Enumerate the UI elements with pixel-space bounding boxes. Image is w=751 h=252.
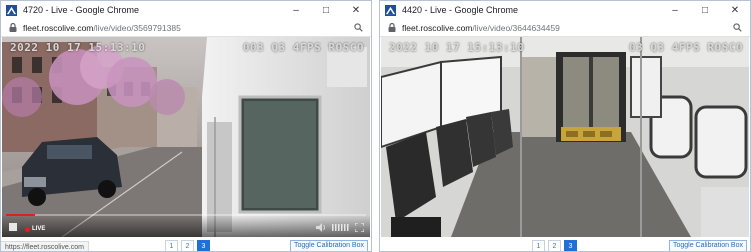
toggle-calibration-button[interactable]: Toggle Calibration Box [668,240,747,251]
search-icon[interactable] [733,23,742,32]
live-dot-icon [25,226,30,232]
lock-icon [9,23,17,32]
live-video-player[interactable]: 2022 10 17 15:13:10 003 Q3 4FPS ROSCO LI… [2,37,370,237]
url-path: /live/video/3644634459 [472,22,560,33]
camera-info-overlay: 003 Q3 4FPS ROSCO [242,41,364,54]
status-url: https://fleet.roscolive.com [1,241,89,251]
title-bar[interactable]: 4720 - Live - Google Chrome – □ ✕ [1,1,371,19]
address-bar[interactable]: fleet.roscolive.com /live/video/35697913… [1,19,371,37]
camera-info-overlay: 03 Q3 4FPS ROSCO [629,41,743,54]
address-bar[interactable]: fleet.roscolive.com /live/video/36446344… [380,19,750,37]
page-footer: 1 2 3 Toggle Calibration Box [380,237,750,251]
url-domain: fleet.roscolive.com [402,22,473,33]
quality-icon[interactable] [332,224,350,231]
fullscreen-icon[interactable] [355,223,364,232]
page-button-2[interactable]: 2 [181,240,194,251]
video-frame-bus-interior [381,37,749,237]
page-button-3[interactable]: 3 [564,240,577,251]
roscolive-app-icon [385,4,396,16]
page-button-1[interactable]: 1 [165,240,178,251]
page-button-2[interactable]: 2 [548,240,561,251]
camera-pager: 1 2 3 [532,240,577,251]
live-indicator: LIVE [25,226,45,232]
volume-icon[interactable] [316,223,326,232]
toggle-calibration-button[interactable]: Toggle Calibration Box [289,240,368,251]
player-controls: LIVE [2,214,370,237]
title-bar[interactable]: 4420 - Live - Google Chrome – □ ✕ [380,1,750,19]
maximize-button[interactable]: □ [690,1,720,19]
close-button[interactable]: ✕ [720,1,750,19]
progress-fill [6,214,35,216]
minimize-button[interactable]: – [660,1,690,19]
timestamp-overlay: 2022 10 17 15:13:10 [389,41,525,54]
live-label: LIVE [32,226,46,232]
page-button-1[interactable]: 1 [532,240,545,251]
video-frame-street [2,37,370,237]
progress-bar[interactable] [6,214,366,216]
browser-window-4420: 4420 - Live - Google Chrome – □ ✕ fleet.… [379,0,751,252]
roscolive-app-icon [6,4,17,16]
page-footer: https://fleet.roscolive.com 1 2 3 Toggle… [1,237,371,251]
camera-pager: 1 2 3 [165,240,210,251]
live-video-player[interactable]: 2022 10 17 15:13:10 03 Q3 4FPS ROSCO [381,37,749,237]
window-title: 4420 - Live - Google Chrome [402,5,519,15]
page-button-3[interactable]: 3 [197,240,210,251]
close-button[interactable]: ✕ [341,1,371,19]
url-path: /live/video/3569791385 [93,22,181,33]
maximize-button[interactable]: □ [311,1,341,19]
window-title: 4720 - Live - Google Chrome [23,5,140,15]
stop-button[interactable] [9,223,17,231]
browser-window-4720: 4720 - Live - Google Chrome – □ ✕ fleet.… [0,0,372,252]
url-domain: fleet.roscolive.com [23,22,94,33]
timestamp-overlay: 2022 10 17 15:13:10 [10,41,146,54]
search-icon[interactable] [354,23,363,32]
lock-icon [388,23,396,32]
minimize-button[interactable]: – [281,1,311,19]
